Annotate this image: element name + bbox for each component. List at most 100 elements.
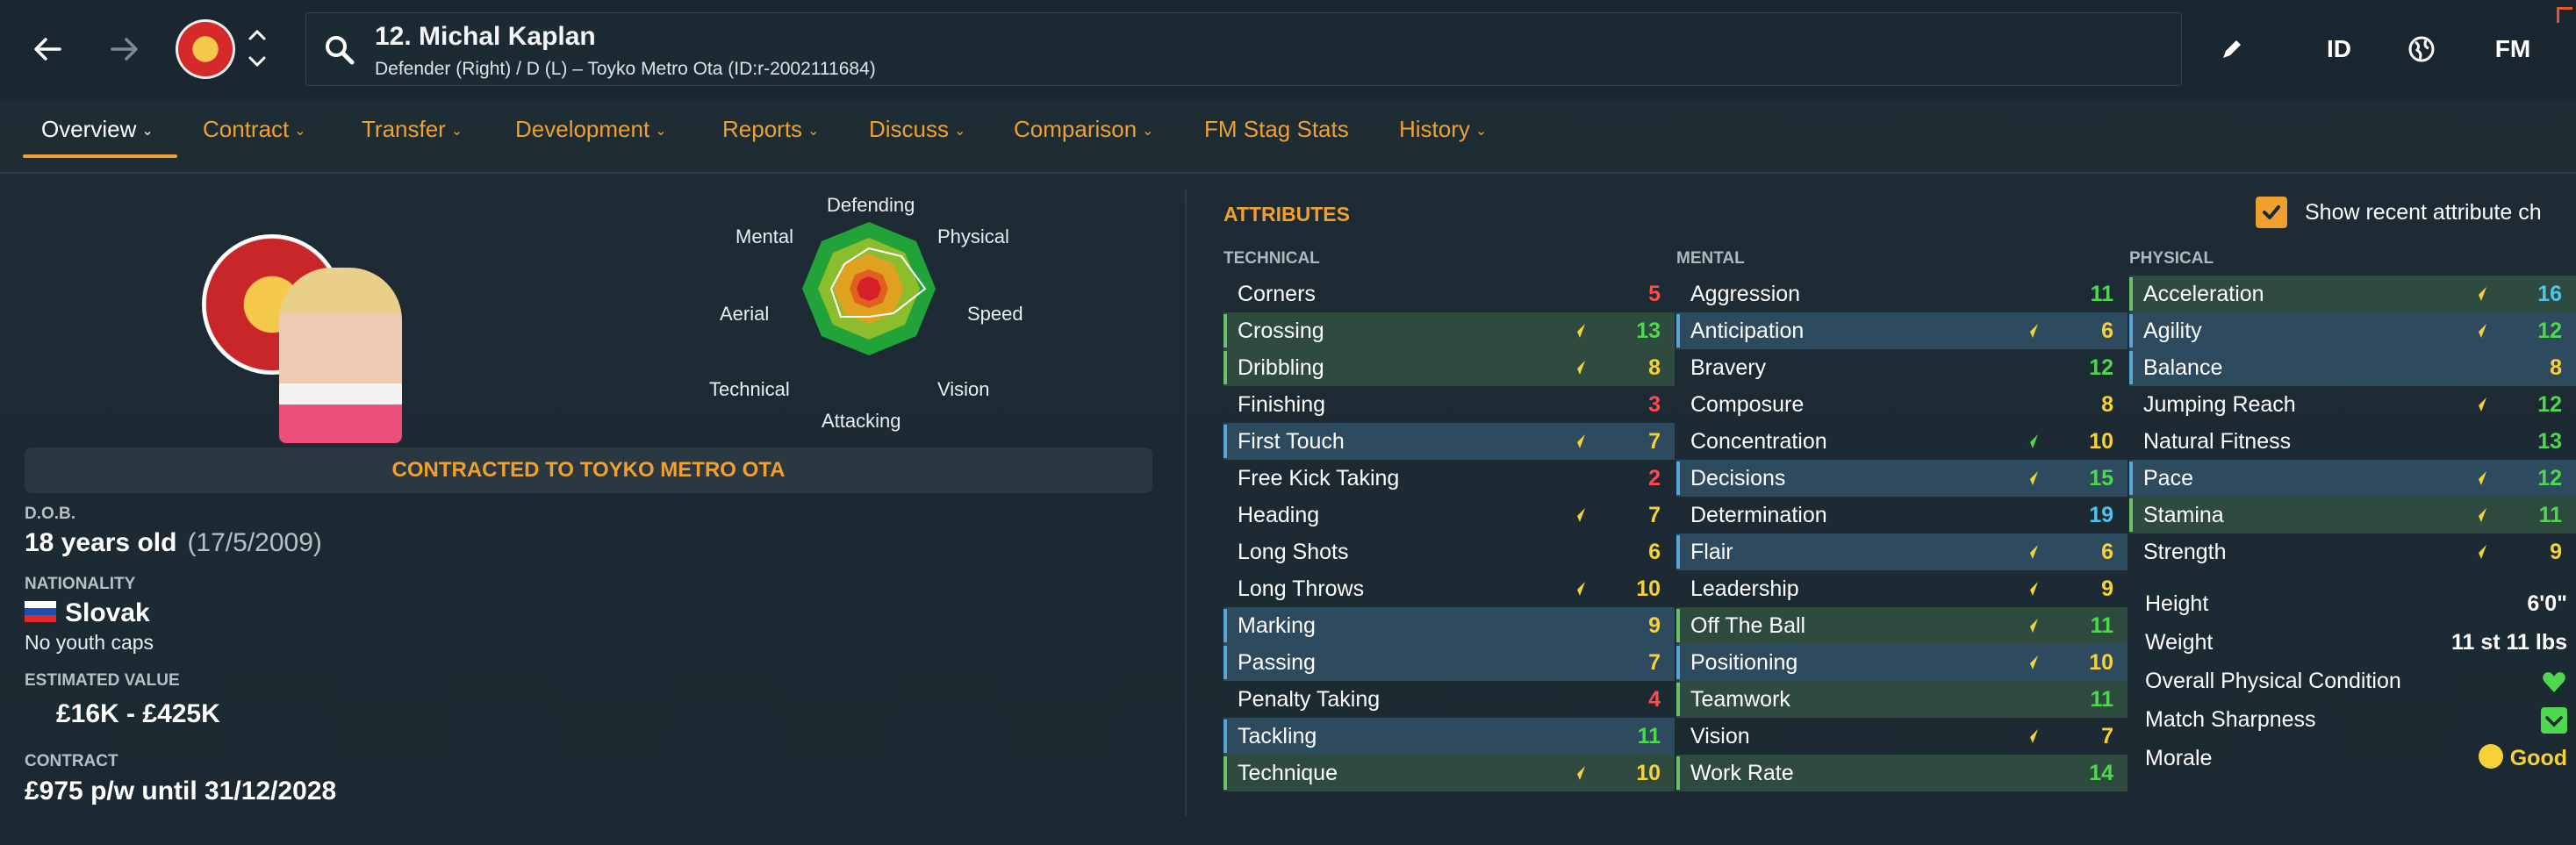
attribute-row[interactable]: Passing 7: [1223, 644, 1675, 681]
attribute-row[interactable]: Free Kick Taking 2: [1223, 460, 1675, 497]
attribute-row[interactable]: Finishing 3: [1223, 386, 1675, 423]
attribute-row[interactable]: Concentration 10: [1676, 423, 2128, 460]
tab-development[interactable]: Development ⌄: [515, 116, 667, 143]
attribute-value: 6: [2101, 540, 2113, 564]
player-search-box[interactable]: 12. Michal Kaplan Defender (Right) / D (…: [305, 12, 2182, 86]
player-photo[interactable]: [279, 268, 402, 443]
contract-value: £975 p/w until 31/12/2028: [25, 777, 337, 806]
club-badge[interactable]: [176, 19, 235, 79]
attribute-row[interactable]: Dribbling 8: [1223, 349, 1675, 386]
attribute-row[interactable]: Composure 8: [1676, 386, 2128, 423]
dob-label: D.O.B.: [25, 505, 76, 523]
tab-history[interactable]: History ⌄: [1399, 116, 1487, 143]
attribute-row[interactable]: Work Rate 14: [1676, 755, 2128, 791]
attribute-row[interactable]: Strength 9: [2129, 533, 2576, 570]
arrow-left-icon: [34, 38, 61, 61]
attribute-name: Corners: [1238, 282, 1316, 306]
attribute-value: 6: [2101, 319, 2113, 343]
fm-button[interactable]: FM: [2482, 23, 2544, 75]
attribute-row[interactable]: Aggression 11: [1676, 276, 2128, 312]
attribute-row[interactable]: First Touch 7: [1223, 423, 1675, 460]
chevron-down-icon: ⌄: [807, 124, 820, 140]
attribute-value: 10: [1636, 576, 1661, 601]
attribute-row[interactable]: Corners 5: [1223, 276, 1675, 312]
attribute-row[interactable]: Anticipation 6: [1676, 312, 2128, 349]
trend-up-icon: [1569, 582, 1585, 598]
attribute-row[interactable]: Long Throws 10: [1223, 570, 1675, 607]
attribute-row[interactable]: Stamina 11: [2129, 497, 2576, 533]
radar-label-vision: Vision: [937, 378, 990, 400]
attribute-row[interactable]: Penalty Taking 4: [1223, 681, 1675, 718]
attribute-value: 6: [1648, 540, 1661, 564]
attribute-row[interactable]: Determination 19: [1676, 497, 2128, 533]
sharpness-icon: [2541, 707, 2567, 734]
trend-up-icon: [2022, 471, 2038, 487]
estimated-value: £16K - £425K: [56, 699, 220, 728]
attribute-row[interactable]: Balance 8: [2129, 349, 2576, 386]
match-sharpness-row[interactable]: Match Sharpness: [2145, 702, 2576, 739]
attribute-row[interactable]: Off The Ball 11: [1676, 607, 2128, 644]
attribute-name: Heading: [1238, 503, 1320, 527]
tab-discuss[interactable]: Discuss ⌄: [869, 116, 965, 143]
attribute-row[interactable]: Crossing 13: [1223, 312, 1675, 349]
arrow-right-icon: [111, 38, 138, 61]
attribute-radar[interactable]: Defending Physical Speed Vision Attackin…: [685, 180, 1053, 443]
morale-row[interactable]: Morale Good: [2145, 741, 2576, 777]
attribute-row[interactable]: Bravery 12: [1676, 349, 2128, 386]
radar-label-technical: Technical: [709, 378, 790, 400]
tab-transfer[interactable]: Transfer ⌄: [362, 116, 463, 143]
slovakia-flag-icon: [25, 601, 56, 623]
attribute-row[interactable]: Natural Fitness 13: [2129, 423, 2576, 460]
attribute-row[interactable]: Positioning 10: [1676, 644, 2128, 681]
chevron-up-down-icon: [248, 29, 266, 68]
attribute-name: Vision: [1690, 724, 1750, 748]
attribute-value: 7: [1648, 650, 1661, 675]
chevron-down-icon: ⌄: [141, 124, 154, 140]
trend-up-icon: [2471, 397, 2486, 413]
attribute-row[interactable]: Acceleration 16: [2129, 276, 2576, 312]
contract-status-banner: CONTRACTED TO TOYKO METRO OTA: [25, 448, 1152, 493]
radar-label-mental: Mental: [735, 226, 794, 247]
show-recent-changes-checkbox[interactable]: [2256, 197, 2287, 228]
attribute-row[interactable]: Long Shots 6: [1223, 533, 1675, 570]
attribute-row[interactable]: Marking 9: [1223, 607, 1675, 644]
attribute-row[interactable]: Pace 12: [2129, 460, 2576, 497]
tab-label: Development: [515, 116, 650, 142]
tab-label: Reports: [722, 116, 803, 142]
attribute-name: Composure: [1690, 392, 1805, 417]
attribute-row[interactable]: Agility 12: [2129, 312, 2576, 349]
attribute-row[interactable]: Technique 10: [1223, 755, 1675, 791]
tab-fm-stag-stats[interactable]: FM Stag Stats: [1204, 116, 1349, 143]
attribute-name: Bravery: [1690, 355, 1767, 380]
attribute-row[interactable]: Vision 7: [1676, 718, 2128, 755]
trend-up-icon: [2471, 324, 2486, 340]
tab-reports[interactable]: Reports ⌄: [722, 116, 819, 143]
physical-condition-row[interactable]: Overall Physical Condition: [2145, 663, 2576, 700]
attribute-row[interactable]: Flair 6: [1676, 533, 2128, 570]
attribute-row[interactable]: Tackling 11: [1223, 718, 1675, 755]
player-switcher[interactable]: [244, 25, 270, 74]
attribute-row[interactable]: Teamwork 11: [1676, 681, 2128, 718]
nationality-value[interactable]: Slovak: [25, 598, 150, 628]
attribute-row[interactable]: Jumping Reach 12: [2129, 386, 2576, 423]
forward-button[interactable]: [98, 23, 151, 75]
back-button[interactable]: [21, 23, 74, 75]
attribute-name: Aggression: [1690, 282, 1801, 306]
attribute-row[interactable]: Leadership 9: [1676, 570, 2128, 607]
radar-label-speed: Speed: [967, 303, 1023, 325]
tab-overview[interactable]: Overview ⌄: [41, 116, 154, 143]
attribute-value: 8: [1648, 355, 1661, 380]
mental-attributes: Aggression 11 Anticipation 6 Bravery 12 Compos…: [1676, 276, 2128, 791]
attribute-row[interactable]: Decisions 15: [1676, 460, 2128, 497]
tab-comparison[interactable]: Comparison ⌄: [1014, 116, 1154, 143]
world-button[interactable]: [2400, 23, 2443, 75]
attribute-name: First Touch: [1238, 429, 1345, 454]
id-button[interactable]: ID: [2317, 23, 2361, 75]
attribute-name: Positioning: [1690, 650, 1798, 675]
active-tab-indicator: [23, 154, 177, 158]
weight-value: 11 st 11 lbs: [2450, 630, 2567, 655]
tab-contract[interactable]: Contract ⌄: [203, 116, 306, 143]
show-recent-changes-label: Show recent attribute ch: [2305, 200, 2542, 225]
edit-button[interactable]: [2210, 23, 2254, 75]
attribute-row[interactable]: Heading 7: [1223, 497, 1675, 533]
